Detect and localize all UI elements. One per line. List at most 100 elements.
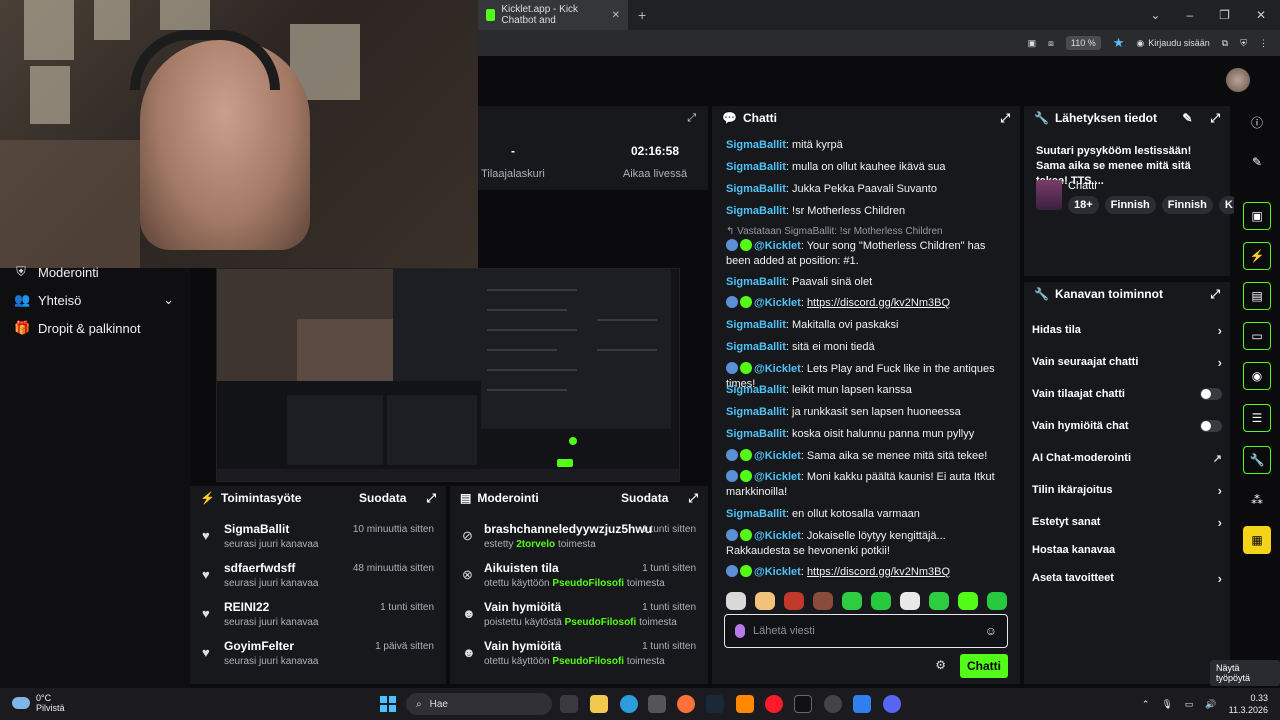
obs-icon[interactable] (824, 695, 842, 713)
chat-link[interactable]: https://discord.gg/kv2Nm3BQ (807, 566, 950, 578)
host-channel-action[interactable]: Hostaa kanavaa (1032, 538, 1222, 562)
chat-icon[interactable]: ▭ (1243, 322, 1271, 350)
lightning-icon[interactable]: ⚡ (1243, 242, 1271, 270)
opera-icon[interactable] (765, 695, 783, 713)
emote-icon[interactable] (929, 592, 949, 610)
emote-icon[interactable] (726, 592, 746, 610)
wrench-icon[interactable]: 🔧 (1243, 446, 1271, 474)
chat-username[interactable]: SigmaBallit (726, 276, 786, 288)
file-explorer-icon[interactable] (590, 695, 608, 713)
microphone-icon[interactable] (735, 624, 745, 638)
menu-icon[interactable]: ⋮ (1259, 38, 1268, 49)
share-icon[interactable]: ⁂ (1243, 486, 1271, 514)
screenshot-icon[interactable]: ▣ (1028, 38, 1037, 49)
chat-username[interactable]: @Kicklet (754, 566, 801, 578)
emote-icon[interactable] (900, 592, 920, 610)
browser-tab[interactable]: Kicklet.app - Kick Chatbot and ✕ (478, 0, 628, 30)
clock[interactable]: 0.33 11.3.2026 (1229, 692, 1268, 716)
chevron-down-icon[interactable]: ⌄ (1150, 8, 1160, 22)
chat-link[interactable]: https://discord.gg/kv2Nm3BQ (807, 297, 950, 309)
expand-icon[interactable]: ⤢ (687, 112, 696, 125)
moderator-name[interactable]: PseudoFilosofi (565, 617, 637, 628)
microphone-icon[interactable]: 🎙 (1161, 699, 1172, 710)
new-tab-button[interactable]: + (638, 7, 646, 23)
emote-icon[interactable] (755, 592, 775, 610)
age-restriction-action[interactable]: Tilin ikärajoitus › (1032, 478, 1222, 502)
taskbar-search[interactable]: ⌕ Hae (406, 693, 552, 715)
steam-icon[interactable] (706, 695, 724, 713)
notes-icon[interactable]: ▤ (1243, 282, 1271, 310)
moderator-name[interactable]: PseudoFilosofi (552, 656, 624, 667)
pen-icon[interactable]: ✎ (1243, 148, 1271, 176)
emotes-only-toggle[interactable] (1200, 420, 1222, 432)
chat-username[interactable]: SigmaBallit (726, 319, 786, 331)
emoji-icon[interactable]: ☺ (985, 624, 997, 638)
chat-username[interactable]: @Kicklet (754, 297, 801, 309)
vlc-icon[interactable] (736, 695, 754, 713)
subscribers-only-toggle[interactable] (1200, 388, 1222, 400)
chat-username[interactable]: SigmaBallit (726, 508, 786, 520)
clapperboard-icon[interactable]: ▦ (1243, 526, 1271, 554)
sign-in-button[interactable]: ◉ Kirjaudu sisään (1136, 38, 1209, 49)
broadcast-icon[interactable]: ◉ (1243, 362, 1271, 390)
start-button[interactable] (380, 696, 396, 712)
close-window-icon[interactable]: ✕ (1256, 8, 1266, 22)
shield-icon[interactable]: ⛨ (1240, 38, 1247, 49)
extensions-icon[interactable]: ⧉ (1222, 38, 1228, 49)
chat-username[interactable]: SigmaBallit (726, 205, 786, 217)
zoom-level[interactable]: 110 % (1065, 36, 1101, 50)
emote-icon[interactable] (813, 592, 833, 610)
chat-username[interactable]: SigmaBallit (726, 161, 786, 173)
avatar[interactable] (1226, 68, 1250, 92)
task-view-icon[interactable] (560, 695, 578, 713)
edit-icon[interactable]: ✎ (1182, 111, 1192, 125)
expand-icon[interactable]: ⤢ (426, 491, 436, 506)
chat-username[interactable]: SigmaBallit (726, 384, 786, 396)
expand-icon[interactable]: ⤢ (1210, 111, 1220, 126)
save-icon[interactable]: ⧈ (1048, 38, 1054, 49)
expand-icon[interactable]: ⤢ (1210, 287, 1220, 302)
chat-username[interactable]: @Kicklet (754, 450, 801, 462)
blocked-words-action[interactable]: Estetyt sanat › (1032, 510, 1222, 534)
restore-icon[interactable]: ❐ (1219, 8, 1230, 22)
tab-close-icon[interactable]: ✕ (612, 10, 620, 21)
stream-preview[interactable] (216, 268, 680, 482)
gear-icon[interactable]: ⚙ (935, 658, 946, 672)
nav-community[interactable]: 👥 Yhteisö ⌄ (14, 292, 174, 308)
chevron-up-icon[interactable]: ⌃ (1142, 699, 1150, 710)
terminal-icon[interactable] (794, 695, 812, 713)
discord-icon[interactable] (883, 695, 901, 713)
chat-username[interactable]: @Kicklet (754, 240, 801, 252)
chat-username[interactable]: SigmaBallit (726, 183, 786, 195)
expand-icon[interactable]: ⤢ (1000, 111, 1010, 126)
store-icon[interactable] (648, 695, 666, 713)
slow-mode-action[interactable]: Hidas tila › (1032, 318, 1222, 342)
volume-icon[interactable]: 🔊 (1205, 699, 1216, 710)
emote-icon[interactable] (987, 592, 1007, 610)
layout-icon[interactable]: ☰ (1243, 404, 1271, 432)
weather-widget[interactable]: 0°C Pilvistä (12, 693, 65, 713)
camera-icon[interactable]: ▣ (1243, 202, 1271, 230)
ai-moderation-action[interactable]: AI Chat-moderointi ↗ (1032, 446, 1222, 470)
filter-button[interactable]: Suodata (359, 491, 406, 505)
chat-username[interactable]: @Kicklet (754, 471, 801, 483)
expand-icon[interactable]: ⤢ (688, 491, 698, 506)
emote-icon[interactable] (871, 592, 891, 610)
bookmark-star-icon[interactable]: ★ (1113, 35, 1125, 51)
chat-username[interactable]: SigmaBallit (726, 139, 786, 151)
filter-button[interactable]: Suodata (621, 491, 668, 505)
chat-username[interactable]: @Kicklet (754, 363, 801, 375)
chat-username[interactable]: SigmaBallit (726, 341, 786, 353)
emote-icon[interactable] (784, 592, 804, 610)
emote-icon[interactable] (958, 592, 978, 610)
emote-icon[interactable] (842, 592, 862, 610)
chat-input[interactable]: Lähetä viesti ☺ (724, 614, 1008, 648)
moderator-name[interactable]: PseudoFilosofi (552, 578, 624, 589)
chat-username[interactable]: @Kicklet (754, 530, 801, 542)
edge-icon[interactable] (620, 695, 638, 713)
network-icon[interactable]: ▭ (1185, 699, 1194, 710)
followers-only-action[interactable]: Vain seuraajat chatti › (1032, 350, 1222, 374)
moderator-name[interactable]: 2torvelo (516, 539, 555, 550)
nav-drops[interactable]: 🎁 Dropit & palkinnot (14, 320, 141, 336)
nav-moderation[interactable]: ⛨ Moderointi (14, 264, 99, 280)
